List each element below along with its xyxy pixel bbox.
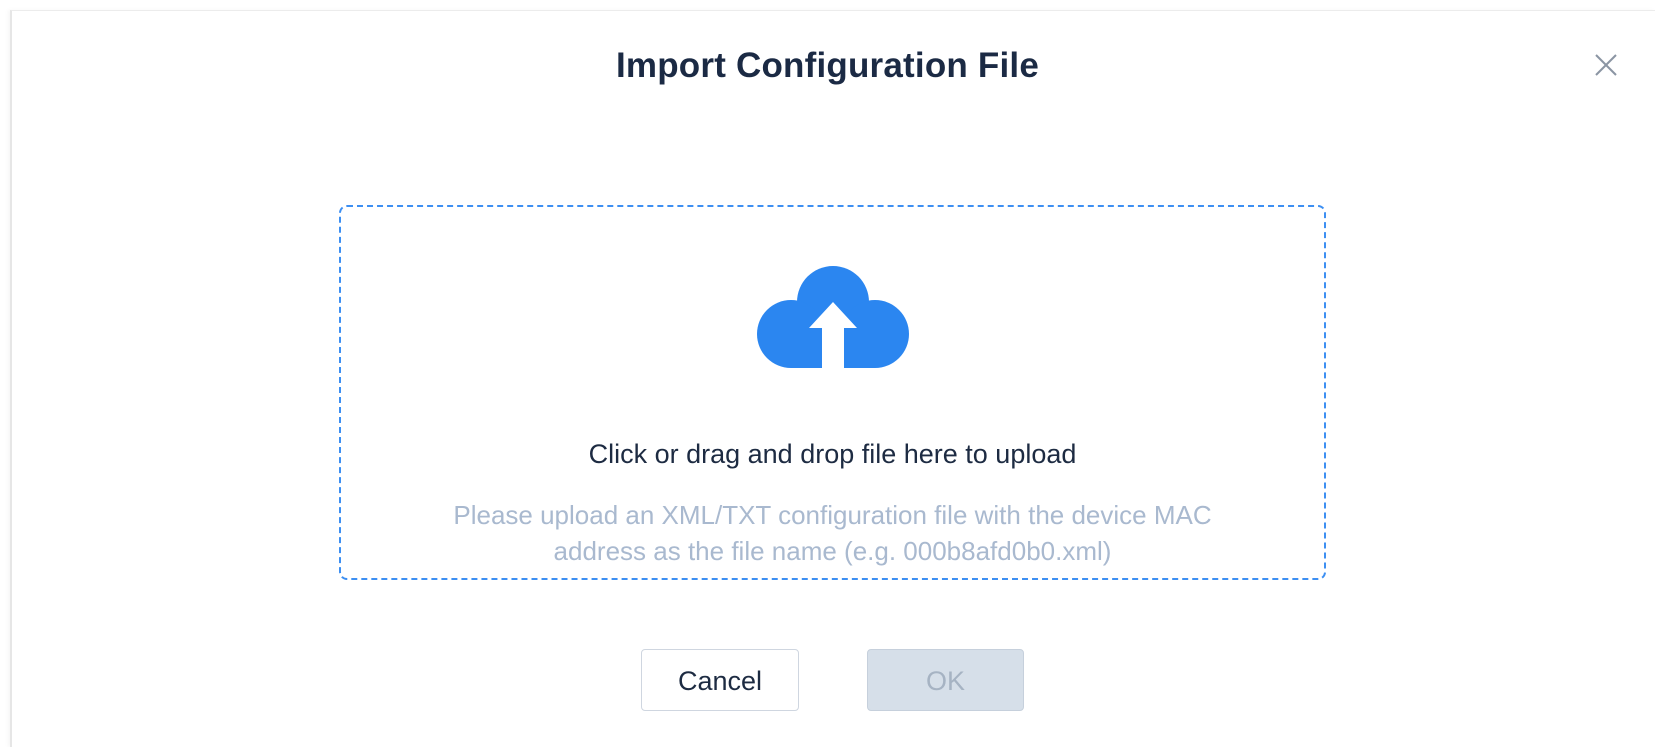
upload-hint-line-2: address as the file name (e.g. 000b8afd0… <box>553 536 1112 566</box>
cloud-upload-icon <box>757 264 909 372</box>
close-icon <box>1595 54 1617 76</box>
ok-button[interactable]: OK <box>867 649 1024 711</box>
upload-dropzone[interactable]: Click or drag and drop file here to uplo… <box>339 205 1326 580</box>
cancel-button[interactable]: Cancel <box>641 649 799 711</box>
upload-instruction: Click or drag and drop file here to uplo… <box>588 439 1077 469</box>
close-button[interactable] <box>1593 52 1619 78</box>
upload-hint: Please upload an XML/TXT configuration f… <box>341 497 1324 569</box>
page: Import Configuration File Click or drag … <box>0 0 1655 747</box>
dialog-title: Import Configuration File <box>615 46 1040 85</box>
upload-hint-line-1: Please upload an XML/TXT configuration f… <box>453 500 1212 530</box>
